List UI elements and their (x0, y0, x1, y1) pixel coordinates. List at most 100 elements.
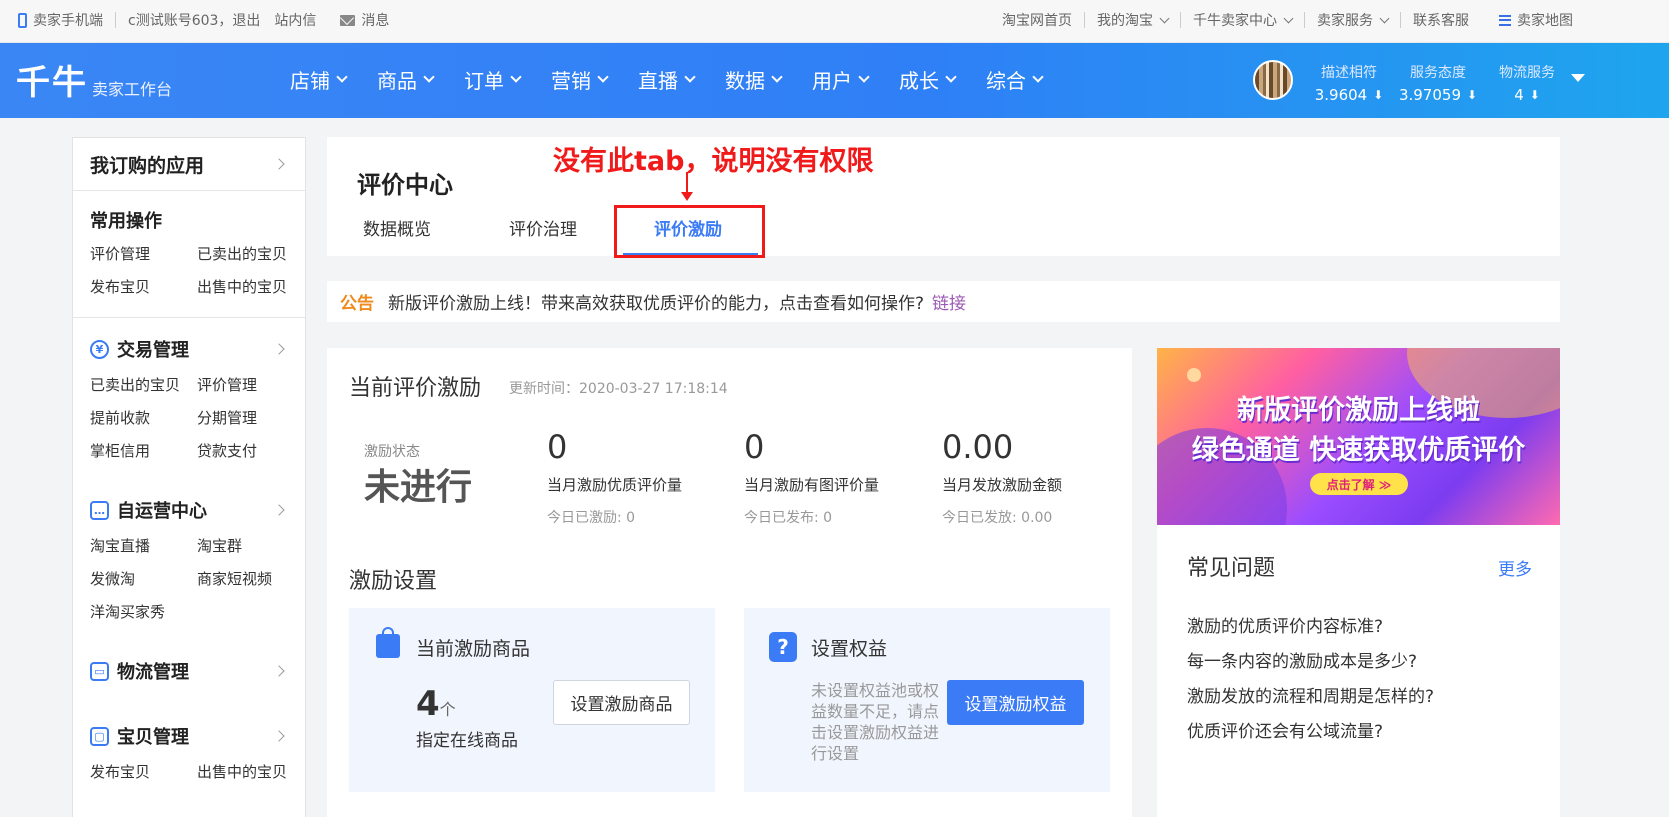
sidebar-item[interactable]: 洋淘买家秀 (90, 601, 197, 622)
incentive-title: 当前评价激励 (349, 376, 482, 401)
qianniu-logo[interactable]: 千牛 (16, 55, 88, 104)
nav-live[interactable]: 直播 (638, 65, 696, 94)
logistics-title-link[interactable]: ▭ 物流管理 (90, 656, 305, 686)
messages-link[interactable]: 消息 (340, 10, 389, 30)
trade-title-link[interactable]: ¥ 交易管理 (90, 334, 305, 364)
seller-map-link[interactable]: 卖家地图 (1499, 10, 1573, 30)
update-time: 更新时间：2020-03-27 17:18:14 (509, 381, 728, 397)
contact-service-link[interactable]: 联系客服 (1413, 10, 1469, 30)
incentive-goods-card: 当前激励商品 4个 指定在线商品 设置激励商品 (349, 608, 715, 792)
nav-marketing[interactable]: 营销 (551, 65, 609, 94)
self-op-title-link[interactable]: … 自运营中心 (90, 495, 305, 525)
chevron-down-icon (1283, 13, 1294, 23)
sidebar-item[interactable]: 发微淘 (90, 568, 197, 589)
sidebar-item[interactable]: 发布宝贝 (90, 761, 197, 782)
chevron-down-icon (771, 71, 783, 83)
inbox-link[interactable]: 站内信 (274, 10, 316, 30)
nav-goods[interactable]: 商品 (377, 65, 435, 94)
common-ops-section: 常用操作 评价管理 已卖出的宝贝 发布宝贝 出售中的宝贝 (73, 205, 305, 297)
banner-cta[interactable]: 点击了解 ≫ (1310, 473, 1408, 495)
chevron-down-icon (1379, 13, 1390, 23)
decor-dot (1187, 368, 1201, 382)
sidebar-item[interactable]: 评价管理 (90, 243, 197, 264)
promo-banner[interactable]: 新版评价激励上线啦 绿色通道 快速获取优质评价 点击了解 ≫ (1157, 348, 1560, 525)
sidebar-item[interactable]: 已卖出的宝贝 (197, 243, 304, 264)
sidebar-item[interactable]: 商家短视频 (197, 568, 304, 589)
chat-icon: … (90, 500, 109, 520)
tab-data-overview[interactable]: 数据概览 (363, 215, 431, 240)
banner-headline: 新版评价激励上线啦 (1237, 395, 1480, 426)
sidebar-item[interactable]: 淘宝直播 (90, 535, 197, 556)
divider (1084, 12, 1085, 28)
rights-note: 未设置权益池或权益数量不足，请点击设置激励权益进行设置 (811, 681, 940, 763)
chevron-right-icon (273, 504, 285, 516)
goods-title-link[interactable]: ▢ 宝贝管理 (90, 721, 305, 751)
nav-growth[interactable]: 成长 (899, 65, 957, 94)
chevron-down-icon (858, 71, 870, 83)
sidebar-item[interactable]: 淘宝群 (197, 535, 304, 556)
chevron-down-icon (1032, 71, 1044, 83)
sidebar-item[interactable]: 分期管理 (197, 407, 304, 428)
annotation-arrow (681, 172, 693, 201)
nav-general[interactable]: 综合 (986, 65, 1044, 94)
notice-link[interactable]: 链接 (932, 289, 966, 314)
faq-title: 常见问题 (1187, 556, 1276, 581)
caret-down-icon[interactable] (1571, 74, 1585, 82)
faq-item[interactable]: 激励的优质评价内容标准? (1187, 612, 1383, 637)
tab-review-governance[interactable]: 评价治理 (509, 215, 577, 240)
right-column: 新版评价激励上线啦 绿色通道 快速获取优质评价 点击了解 ≫ 常见问题 更多 激… (1157, 348, 1560, 817)
faq-item[interactable]: 激励发放的流程和周期是怎样的? (1187, 682, 1434, 707)
faq-panel: 常见问题 更多 激励的优质评价内容标准? 每一条内容的激励成本是多少? 激励发放… (1157, 525, 1560, 817)
sidebar-item[interactable]: 出售中的宝贝 (197, 761, 304, 782)
sidebar-item[interactable]: 提前收款 (90, 407, 197, 428)
set-incentive-rights-button[interactable]: 设置激励权益 (947, 680, 1084, 725)
mail-icon (340, 14, 356, 26)
avatar[interactable] (1253, 60, 1293, 100)
question-icon: ? (769, 632, 797, 662)
chevron-right-icon (273, 730, 285, 742)
arrow-down-icon: ⬇ (1529, 88, 1540, 102)
nav-orders[interactable]: 订单 (464, 65, 522, 94)
faq-item[interactable]: 优质评价还会有公域流量? (1187, 717, 1383, 742)
set-incentive-goods-button[interactable]: 设置激励商品 (553, 680, 690, 725)
chevron-down-icon (510, 71, 522, 83)
shopping-bag-icon (376, 627, 400, 658)
seller-center-menu[interactable]: 千牛卖家中心 (1193, 10, 1294, 30)
chevron-down-icon (423, 71, 435, 83)
divider (1400, 12, 1401, 28)
taobao-home-link[interactable]: 淘宝网首页 (1002, 10, 1072, 30)
faq-more-link[interactable]: 更多 (1498, 555, 1532, 580)
page-header-panel: 评价中心 数据概览 评价治理 评价激励 (327, 137, 1560, 256)
sidebar-item[interactable]: 贷款支付 (197, 440, 304, 461)
logistics-section: ▭ 物流管理 (73, 656, 305, 686)
sidebar-item[interactable]: 评价管理 (197, 374, 304, 395)
chevron-down-icon (945, 71, 957, 83)
chevron-down-icon (684, 71, 696, 83)
nav-data[interactable]: 数据 (725, 65, 783, 94)
sidebar-item[interactable]: 出售中的宝贝 (197, 276, 304, 297)
divider (1304, 12, 1305, 28)
stat-quality-reviews: 0 当月激励优质评价量 今日已激励: 0 (547, 428, 683, 526)
annotation-text: 没有此tab，说明没有权限 (553, 146, 874, 177)
my-taobao-menu[interactable]: 我的淘宝 (1097, 10, 1170, 30)
chevron-right-icon (273, 158, 285, 170)
chevron-down-icon (1159, 13, 1170, 23)
my-apps-link[interactable]: 我订购的应用 (73, 138, 305, 191)
sidebar-item[interactable]: 发布宝贝 (90, 276, 197, 297)
chevron-down-icon (336, 71, 348, 83)
rights-card: ? 设置权益 未设置权益池或权益数量不足，请点击设置激励权益进行设置 设置激励权… (744, 608, 1110, 792)
account-logout-link[interactable]: c测试账号603，退出 (128, 10, 260, 30)
chevron-right-icon (273, 665, 285, 677)
sidebar-item[interactable]: 已卖出的宝贝 (90, 374, 197, 395)
sidebar-item[interactable]: 掌柜信用 (90, 440, 197, 461)
faq-item[interactable]: 每一条内容的激励成本是多少? (1187, 647, 1417, 672)
arrow-down-icon: ⬇ (1373, 88, 1384, 102)
nav-store[interactable]: 店铺 (290, 65, 348, 94)
yuan-icon: ¥ (90, 339, 109, 359)
mobile-link[interactable]: 卖家手机端 (18, 10, 103, 30)
nav-users[interactable]: 用户 (812, 65, 870, 94)
stat-incentive-amount: 0.00 当月发放激励金额 今日已发放: 0.00 (942, 428, 1063, 526)
main-header: 千牛 卖家工作台 店铺 商品 订单 营销 直播 数据 用户 成长 综合 描述相符… (0, 43, 1669, 118)
chevron-down-icon (597, 71, 609, 83)
seller-service-menu[interactable]: 卖家服务 (1317, 10, 1390, 30)
